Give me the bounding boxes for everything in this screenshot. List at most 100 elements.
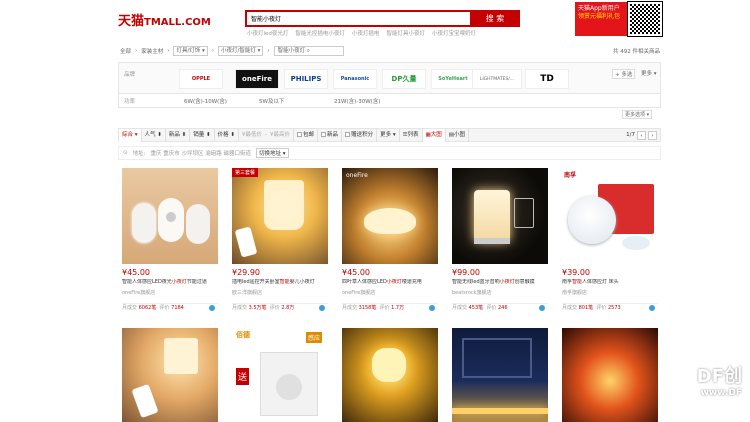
product-stats: 月成交 3158笔 评价 1.7万 [342, 303, 438, 312]
search-button[interactable]: 搜 索 [470, 10, 520, 27]
product-image[interactable] [122, 328, 218, 422]
gift-badge: 送 [236, 368, 250, 385]
promo-line1: 天猫App新用户 [578, 5, 620, 12]
chat-icon[interactable] [319, 305, 325, 311]
shop-name[interactable]: oneFire旗舰店 [342, 289, 375, 296]
price-max-input[interactable]: ¥最高价 [267, 128, 295, 142]
product-card[interactable] [342, 328, 438, 422]
brand-onefire[interactable]: oneFire [235, 69, 279, 89]
product-price: ¥29.90 [232, 268, 260, 277]
hot-word[interactable]: 小夜灯led夜光灯 [247, 29, 288, 37]
result-count: 共 492 件相关商品 [613, 49, 660, 55]
brand-more-button[interactable]: 更多 ▾ [639, 69, 659, 77]
crumb-query[interactable]: 智能小夜灯 ⌕ [273, 46, 344, 56]
chat-icon[interactable] [209, 305, 215, 311]
multi-select-button[interactable]: + 多选 [612, 69, 636, 79]
search-box: 搜 索 [245, 10, 520, 27]
app-promo-banner[interactable]: 天猫App新用户 领赏元福利礼包 [575, 2, 627, 36]
logo-cn: 天猫 [118, 14, 145, 29]
filter-points[interactable]: 赠送积分 [342, 128, 378, 142]
filter-new[interactable]: 新品 [318, 128, 343, 142]
brand-label: 品牌 [124, 72, 136, 78]
sort-sales[interactable]: 销量 ⬍ [190, 128, 215, 142]
product-price: ¥45.00 [122, 268, 150, 277]
more-options-button[interactable]: 更多选项 ▾ [622, 110, 653, 119]
product-stats: 月成交 3.5万笔 评价 2.8万 [232, 303, 328, 312]
product-card[interactable] [122, 328, 218, 422]
brand-dp[interactable]: DP久量 [382, 69, 426, 89]
product-card[interactable]: oneFire ¥45.00 四叶草人体感应LED小夜灯楼道充电 oneFire… [342, 168, 438, 311]
product-card[interactable]: 南孚 ¥39.00 南孚智能人体感应灯 床头 南孚旗舰店 月成交 801笔 评价… [562, 168, 658, 311]
brand-filter-panel: 品牌 OPPLE oneFire PHILIPS Panasonic DP久量 … [118, 62, 661, 94]
hot-words: 小夜灯led夜光灯 智能光控插电小夜灯 小夜灯插电 智能灯具小夜灯 小夜灯宝宝喂… [247, 29, 476, 37]
shop-name[interactable]: oneFire旗舰店 [122, 289, 155, 296]
checkbox-icon [321, 131, 327, 137]
product-card[interactable] [562, 328, 658, 422]
breadcrumb: 全部 › 家装主材 › 灯具/灯饰 ▾ › 小夜灯/智能灯 ▾ › 智能小夜灯 ⌕ 共 … [120, 46, 660, 56]
location-row: ⊙ 地址: 重庆 重庆市 沙坪坝区 渝碚路 磁器口街道 切换地址 ▾ [118, 146, 661, 160]
sort-popularity[interactable]: 人气 ⬍ [142, 128, 166, 142]
view-large[interactable]: ▦大图 [422, 128, 446, 142]
tmall-logo[interactable]: 天猫TMALL.COM [118, 10, 211, 29]
brand-td[interactable]: TD [525, 69, 569, 89]
product-card[interactable]: ¥99.00 智能无线led蓝牙音响小夜灯创意触摸 beatsrock旗舰店 月… [452, 168, 548, 311]
crumb-cat2-select[interactable]: 灯具/灯饰 ▾ [173, 46, 208, 56]
brand-opple[interactable]: OPPLE [179, 69, 223, 89]
product-price: ¥99.00 [452, 268, 480, 277]
brand-philips[interactable]: PHILIPS [284, 69, 328, 89]
crumb-cat1[interactable]: 家装主材 [141, 47, 163, 55]
product-card[interactable]: 第三套餐 ¥29.90 插电led遥控开关卧室智能婴儿小夜灯 欧三洋旗舰店 月成… [232, 168, 328, 311]
brand-panasonic[interactable]: Panasonic [333, 69, 377, 89]
product-badge: 感应 [305, 332, 322, 343]
sort-more[interactable]: 更多 ▾ [377, 128, 400, 142]
product-card[interactable]: 佰德 感应 送 [232, 328, 328, 422]
shop-name[interactable]: 南孚旗舰店 [562, 289, 587, 296]
prev-page-button[interactable]: ‹ [637, 130, 646, 140]
crumb-cat3-select[interactable]: 小夜灯/智能灯 ▾ [218, 46, 264, 56]
sort-new[interactable]: 新品 ⬍ [166, 128, 191, 142]
power-filter-row: 功率 6W(含)-10W(含) 5W及以下 21W(含)-30W(含) [118, 94, 661, 108]
brand-soyeheart[interactable]: SoYeHeart [431, 69, 475, 89]
hot-word[interactable]: 智能光控插电小夜灯 [295, 29, 345, 37]
filter-free-shipping[interactable]: 包邮 [294, 128, 319, 142]
chat-icon[interactable] [539, 305, 545, 311]
hot-word[interactable]: 小夜灯宝宝喂奶灯 [432, 29, 476, 37]
brand-lightmates[interactable]: LIGHTMATES/... [472, 69, 522, 89]
product-image[interactable]: 南孚 [562, 168, 658, 264]
sort-bar: 综合 ▾ 人气 ⬍ 新品 ⬍ 销量 ⬍ 价格 ⬍ ¥最低价 - ¥最高价 包邮 … [118, 128, 661, 142]
sort-price[interactable]: 价格 ⬍ [215, 128, 240, 142]
product-image[interactable] [452, 168, 548, 264]
view-list[interactable]: ☰列表 [400, 128, 423, 142]
product-stats: 月成交 6062笔 评价 7184 [122, 303, 218, 312]
product-card[interactable] [452, 328, 548, 422]
next-page-button[interactable]: › [648, 130, 657, 140]
chat-icon[interactable] [649, 305, 655, 311]
location-pin-icon: ⊙ [123, 150, 128, 156]
power-option[interactable]: 5W及以下 [259, 97, 334, 105]
hot-word[interactable]: 小夜灯插电 [352, 29, 380, 37]
shop-name[interactable]: 欧三洋旗舰店 [232, 289, 262, 296]
product-image[interactable]: oneFire [342, 168, 438, 264]
chat-icon[interactable] [429, 305, 435, 311]
change-location-button[interactable]: 切换地址 ▾ [255, 148, 289, 158]
product-price: ¥39.00 [562, 268, 590, 277]
product-card[interactable]: ¥45.00 智能人体感应LED夜光小夜灯节能过道 oneFire旗舰店 月成交… [122, 168, 218, 311]
product-image[interactable] [452, 328, 548, 422]
price-min-input[interactable]: ¥最低价 [239, 129, 265, 142]
power-option[interactable]: 21W(含)-30W(含) [334, 97, 409, 105]
product-image[interactable]: 佰德 感应 送 [232, 328, 328, 422]
product-image[interactable] [122, 168, 218, 264]
search-input[interactable] [247, 12, 467, 25]
sort-comprehensive[interactable]: 综合 ▾ [119, 128, 142, 142]
hot-word[interactable]: 智能灯具小夜灯 [386, 29, 425, 37]
product-image[interactable] [562, 328, 658, 422]
product-image[interactable]: 第三套餐 [232, 168, 328, 264]
view-small[interactable]: ▤小图 [446, 128, 469, 142]
shop-name[interactable]: beatsrock旗舰店 [452, 289, 492, 296]
crumb-all[interactable]: 全部 [120, 47, 131, 55]
power-option[interactable]: 6W(含)-10W(含) [184, 97, 259, 105]
product-image[interactable] [342, 328, 438, 422]
product-brand-mark: 佰德 [236, 331, 250, 339]
product-brand-mark: 南孚 [564, 172, 577, 179]
site-watermark: DF创 www.DF [696, 366, 742, 398]
